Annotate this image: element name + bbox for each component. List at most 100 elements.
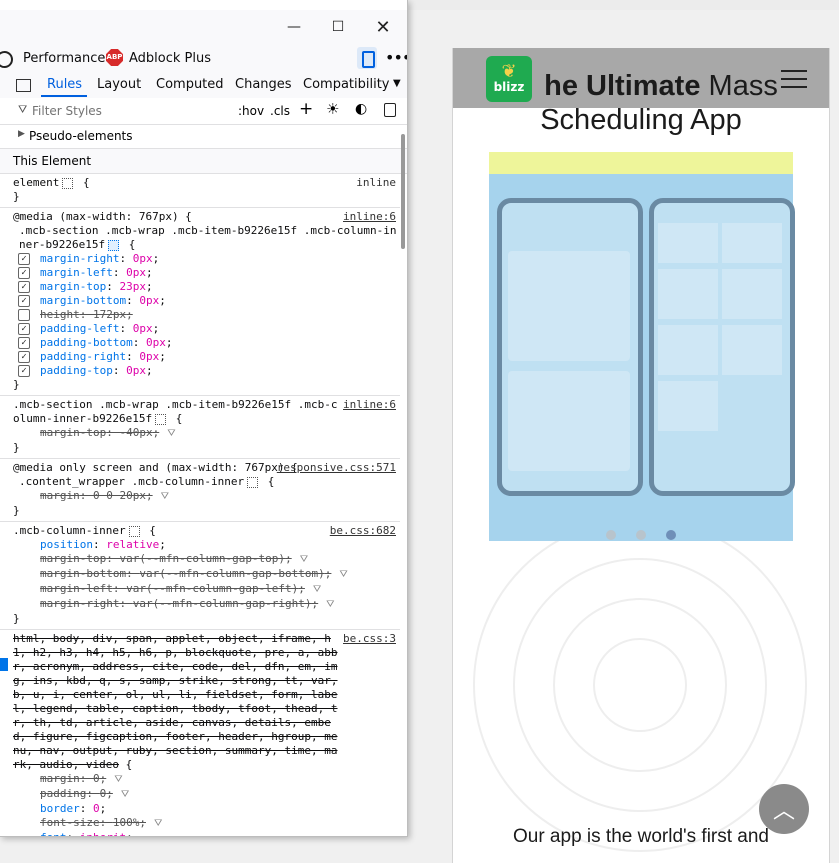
rule-selector[interactable]: .mcb-section .mcb-wrap .mcb-item-b9226e1… [13, 398, 400, 426]
filter-icon[interactable]: ⛛ [161, 491, 169, 502]
css-declaration[interactable]: position: relative; [13, 538, 400, 552]
highlight-elements-icon[interactable] [128, 525, 140, 537]
filter-icon[interactable]: ⛛ [326, 599, 334, 610]
css-declaration[interactable]: ✓ margin-left: 0px; [13, 266, 400, 280]
property-value[interactable]: 0 0 20px [93, 489, 146, 502]
filter-icon[interactable]: ⛛ [114, 774, 122, 785]
rule-source-link[interactable]: inline:6 [343, 210, 396, 224]
minimize-icon[interactable]: — [274, 10, 314, 44]
light-theme-icon[interactable]: ☀ [326, 100, 339, 118]
property-value[interactable]: 0 [93, 772, 100, 785]
property-value[interactable]: 0px [133, 252, 153, 265]
css-declaration[interactable]: margin: 0 0 20px; ⛛ [13, 489, 400, 504]
tab-layout[interactable]: Layout [97, 77, 141, 92]
more-options-icon[interactable]: ••• [385, 48, 407, 67]
css-declaration[interactable]: border: 0; [13, 802, 400, 816]
declaration-checkbox[interactable]: ✓ [18, 281, 30, 293]
filter-icon[interactable]: ⛛ [313, 584, 321, 595]
css-declaration[interactable]: font: inherit; [13, 831, 400, 836]
property-value[interactable]: -40px [119, 426, 152, 439]
property-name[interactable]: margin-left [40, 266, 113, 279]
tab-adblock-plus[interactable]: Adblock Plus [129, 51, 211, 66]
tab-computed[interactable]: Computed [156, 77, 224, 92]
property-value[interactable]: relative [106, 538, 159, 551]
maximize-icon[interactable]: ☐ [318, 10, 358, 44]
property-name[interactable]: padding-right [40, 350, 126, 363]
css-declaration[interactable]: margin: 0; ⛛ [13, 772, 400, 787]
property-name[interactable]: position [40, 538, 93, 551]
property-value[interactable]: 0px [139, 350, 159, 363]
property-value[interactable]: var(--mfn-column-gap-bottom) [139, 567, 324, 580]
rule-source-link[interactable]: be.css:3 [343, 632, 396, 646]
declaration-checkbox[interactable]: ✓ [18, 365, 30, 377]
css-declaration[interactable]: height: 172px; [13, 308, 400, 322]
carousel-dot-active[interactable] [666, 530, 676, 540]
declaration-checkbox[interactable]: ✓ [18, 337, 30, 349]
pseudo-elements-row[interactable]: ▶ Pseudo-elements [0, 124, 407, 149]
css-declaration[interactable]: margin-top: -40px; ⛛ [13, 426, 400, 441]
css-rule[interactable]: be.css:3 html, body, div, span, applet, o… [0, 630, 400, 836]
css-declaration[interactable]: ✓ padding-left: 0px; [13, 322, 400, 336]
bizz-logo[interactable]: ❦ blizz [486, 56, 532, 102]
property-name[interactable]: height [40, 308, 80, 321]
rule-source-link[interactable]: be.css:682 [330, 524, 396, 538]
tab-rules[interactable]: Rules [47, 77, 82, 92]
css-declaration[interactable]: ✓ margin-right: 0px; [13, 252, 400, 266]
css-rule[interactable]: be.css:682 .mcb-column-inner {position: r… [0, 522, 400, 630]
property-name[interactable]: margin-right [40, 597, 119, 610]
highlight-elements-icon[interactable] [155, 413, 167, 425]
declaration-checkbox[interactable]: ✓ [18, 295, 30, 307]
css-declaration[interactable]: font-size: 100%; ⛛ [13, 816, 400, 831]
property-name[interactable]: margin-top [40, 280, 106, 293]
property-name[interactable]: margin-left [40, 582, 113, 595]
rule-selector[interactable]: .content_wrapper .mcb-column-inner { [13, 475, 400, 489]
property-name[interactable]: padding-top [40, 364, 113, 377]
property-value[interactable]: var(--mfn-column-gap-left) [126, 582, 298, 595]
rules-scrollbar[interactable] [401, 134, 405, 249]
property-name[interactable]: border [40, 802, 80, 815]
rule-source-link[interactable]: responsive.css:571 [277, 461, 396, 475]
css-declaration[interactable]: ✓ padding-top: 0px; [13, 364, 400, 378]
property-value[interactable]: inherit [80, 831, 126, 836]
property-name[interactable]: margin-bottom [40, 567, 126, 580]
filter-icon[interactable]: ⛛ [121, 789, 129, 800]
property-value[interactable]: 0px [146, 336, 166, 349]
css-declaration[interactable]: margin-bottom: var(--mfn-column-gap-bott… [13, 567, 400, 582]
css-declaration[interactable]: margin-right: var(--mfn-column-gap-right… [13, 597, 400, 612]
filter-icon[interactable]: ⛛ [339, 569, 347, 580]
css-declaration[interactable]: margin-top: var(--mfn-column-gap-top); ⛛ [13, 552, 400, 567]
highlight-elements-icon[interactable] [108, 239, 120, 251]
tab-compatibility[interactable]: Compatibility [303, 77, 390, 92]
property-value[interactable]: var(--mfn-column-gap-right) [133, 597, 312, 610]
property-name[interactable]: padding-bottom [40, 336, 133, 349]
css-declaration[interactable]: ✓ margin-top: 23px; [13, 280, 400, 294]
property-name[interactable]: margin-bottom [40, 294, 126, 307]
rule-source-link[interactable]: inline:6 [343, 398, 396, 412]
property-value[interactable]: var(--mfn-column-gap-top) [119, 552, 285, 565]
print-media-icon[interactable] [384, 103, 396, 117]
tab-changes[interactable]: Changes [235, 77, 292, 92]
declaration-checkbox[interactable]: ✓ [18, 253, 30, 265]
property-name[interactable]: font-size [40, 816, 100, 829]
property-value[interactable]: 0px [139, 294, 159, 307]
filter-styles-input[interactable]: Filter Styles [32, 104, 102, 118]
property-name[interactable]: margin-top [40, 552, 106, 565]
property-name[interactable]: margin-top [40, 426, 106, 439]
css-declaration[interactable]: ✓ padding-bottom: 0px; [13, 336, 400, 350]
filter-icon[interactable]: ⛛ [154, 818, 162, 829]
declaration-checkbox[interactable]: ✓ [18, 267, 30, 279]
sidebar-toggle-icon[interactable] [16, 79, 31, 92]
property-name[interactable]: margin-right [40, 252, 119, 265]
rule-selector[interactable]: html, body, div, span, applet, object, i… [13, 632, 400, 772]
close-icon[interactable]: ✕ [363, 10, 403, 44]
property-value[interactable]: 0px [126, 266, 146, 279]
css-rule[interactable]: responsive.css:571 @media only screen and… [0, 459, 400, 522]
css-rule[interactable]: inline:6 @media (max-width: 767px) {.mcb-… [0, 208, 400, 396]
css-declaration[interactable]: padding: 0; ⛛ [13, 787, 400, 802]
property-value[interactable]: 172px [93, 308, 126, 321]
property-value[interactable]: 0 [93, 802, 100, 815]
css-declaration[interactable]: margin-left: var(--mfn-column-gap-left);… [13, 582, 400, 597]
highlight-elements-icon[interactable] [247, 476, 259, 488]
declaration-checkbox[interactable]: ✓ [18, 351, 30, 363]
menu-hamburger-icon[interactable] [781, 70, 807, 88]
